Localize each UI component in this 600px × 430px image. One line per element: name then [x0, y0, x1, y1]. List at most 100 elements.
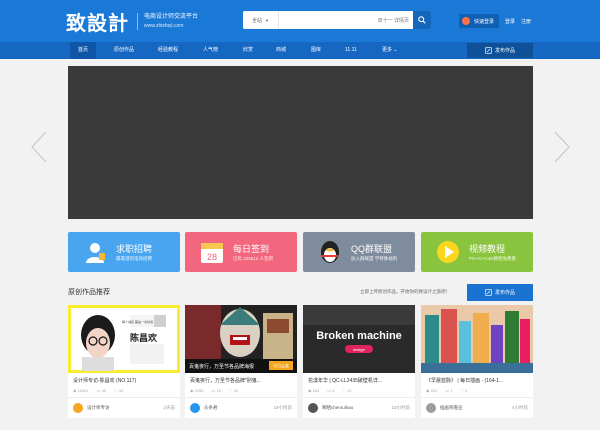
views-count: ◉ 281 [426, 388, 437, 393]
qq-penguin-icon [321, 241, 339, 263]
post-time: 4小时前 [511, 405, 528, 410]
feature-video[interactable]: 视频教程 PS+AI+C4D教程免费看 [421, 232, 533, 272]
post-time: 23小时前 [391, 405, 410, 410]
card-divider [68, 397, 180, 398]
quick-login-button[interactable]: 快速登录 [459, 14, 500, 28]
logo-tagline-text: 电商设计师交流平台 [144, 13, 199, 20]
work-thumbnail[interactable]: 每个诚实 都是一次时间 陈昌欢 [68, 305, 180, 373]
chevron-down-icon: ⌄ [392, 47, 398, 53]
work-author[interactable]: 插画师嘉豆 4小时前 [426, 401, 528, 415]
nav-item-more[interactable]: 更多 ⌄ [382, 42, 398, 59]
feature-checkin-title: 每日签到 [233, 243, 270, 254]
svg-text:28: 28 [207, 252, 217, 262]
nav-more-label: 更多 [382, 47, 393, 53]
nav-item-shop[interactable]: 商城 [276, 42, 286, 59]
publish-work-button[interactable]: 发布作品 [467, 284, 533, 301]
section-tip[interactable]: 立即上传原创作品，开始你的致设计之旅吧！ [360, 289, 450, 295]
views-count: ◉ 2256 [190, 388, 204, 393]
work-stats: ◉ 2256 ▭ 16 ♡ 42 [190, 388, 238, 393]
work-author[interactable]: 设计师专访 2天前 [73, 401, 175, 415]
views-count: ◉ 254 [308, 388, 319, 393]
search-hot-words[interactable]: 双十一 详情页 [378, 11, 409, 29]
author-name[interactable]: 啊晒chenruihao [322, 405, 353, 411]
work-card[interactable]: 百鬼夜行，万圣节各品牌海报 今日头条 百鬼夜行，万圣节各品牌"别鬼... ◉ 2… [185, 305, 297, 418]
edit-icon [485, 289, 492, 296]
card1-overlay-text: 每个诚实 都是一次时间 [122, 319, 153, 324]
views-value: 281 [430, 388, 438, 393]
likes-count: ♡ 12 [342, 388, 351, 393]
feature-jobs[interactable]: 求职招聘 最靠谱的电商招聘 [68, 232, 180, 272]
carousel-prev-arrow-icon[interactable] [30, 130, 48, 164]
register-link[interactable]: 注册 [521, 18, 531, 25]
work-thumbnail-art: Broken machine design [303, 305, 415, 373]
nav-item-tutorial[interactable]: 经验教程 [158, 42, 178, 59]
post-time: 2天前 [163, 405, 175, 410]
top-header: 致設計 电商设计师交流平台 www.zhisheji.com 全站 ▼ 双十一 … [0, 0, 600, 42]
quick-login-label: 快速登录 [474, 18, 495, 25]
work-author[interactable]: 头条君 19小时前 [190, 401, 292, 415]
work-title[interactable]: 百鬼夜行，万圣节各品牌"别鬼... [190, 377, 292, 384]
nav-item-appreciate[interactable]: 欣赏 [243, 42, 253, 59]
views-count: ◉ 10467 [73, 388, 89, 393]
likes-count: ♡ 42 [229, 388, 238, 393]
author-name[interactable]: 头条君 [204, 405, 218, 411]
likes-count: ♡ 44 [114, 388, 123, 393]
nav-item-original[interactable]: 原创作品 [114, 42, 134, 59]
publish-work-button-top[interactable]: 发布作品 [467, 43, 533, 58]
feature-jobs-sub: 最靠谱的电商招聘 [116, 255, 152, 261]
likes-value: 12 [347, 388, 352, 393]
card2-overlay-title: 百鬼夜行，万圣节各品牌海报 [189, 363, 254, 370]
site-logo[interactable]: 致設計 电商设计师交流平台 www.zhisheji.com [66, 6, 198, 36]
work-card[interactable]: Broken machine design 花漾年华 | QC-LL2435破壁… [303, 305, 415, 418]
edit-icon [485, 47, 492, 54]
likes-value: 42 [233, 388, 239, 393]
comments-value: 99 [101, 388, 107, 393]
card1-overlay-name: 陈昌欢 [130, 332, 158, 343]
user-icon [462, 17, 470, 25]
work-title[interactable]: 花漾年华 | QC-LL2435破壁机详... [308, 377, 410, 384]
carousel-next-arrow-icon[interactable] [553, 130, 571, 164]
comments-count: ▭ 1 [445, 388, 452, 393]
card-divider [421, 397, 533, 398]
feature-video-sub: PS+AI+C4D教程免费看 [469, 255, 517, 261]
search-button[interactable] [413, 11, 431, 29]
feature-qq-group[interactable]: QQ群联盟 加入群联盟 学特殊福利 [303, 232, 415, 272]
avatar[interactable] [190, 403, 200, 413]
comments-value: 6 [332, 388, 335, 393]
avatar[interactable] [308, 403, 318, 413]
logo-mark: 致設計 [66, 10, 129, 35]
search-category-select[interactable]: 全站 ▼ [243, 11, 279, 29]
work-thumbnail[interactable]: Broken machine design [303, 305, 415, 373]
feature-jobs-title: 求职招聘 [116, 243, 153, 254]
login-link[interactable]: 登录 [505, 18, 515, 25]
user-area: 快速登录 登录 注册 [459, 14, 531, 28]
nav-item-home[interactable]: 首页 [70, 42, 97, 59]
nav-item-gallery[interactable]: 图库 [311, 42, 321, 59]
work-stats: ◉ 254 ▭ 6 ♡ 12 [308, 388, 352, 393]
avatar[interactable] [426, 403, 436, 413]
feature-checkin[interactable]: 28 每日签到 已有 225512 人签到 [185, 232, 297, 272]
search-icon [418, 16, 426, 24]
comments-count: ▭ 99 [97, 388, 106, 393]
work-thumbnail[interactable] [421, 305, 533, 373]
author-name[interactable]: 插画师嘉豆 [440, 405, 463, 411]
avatar[interactable] [73, 403, 83, 413]
comments-count: ▭ 6 [327, 388, 334, 393]
play-icon [437, 241, 459, 263]
work-title[interactable]: 设计师专访-陈昌欢 (NO.117) [73, 377, 175, 384]
comments-value: 16 [216, 388, 221, 393]
work-thumbnail[interactable]: 百鬼夜行，万圣节各品牌海报 今日头条 [185, 305, 297, 373]
work-title[interactable]: 《早晨蓝脉》 | 每日插画 - (164-1... [426, 377, 528, 384]
logo-url: www.zhisheji.com [144, 22, 184, 29]
banner-carousel[interactable] [68, 66, 533, 219]
work-author[interactable]: 啊晒chenruihao 23小时前 [308, 401, 410, 415]
feature-qq-text: QQ群联盟 加入群联盟 学特殊福利 [351, 243, 397, 262]
calendar-icon: 28 [201, 243, 223, 263]
author-name[interactable]: 设计师专访 [87, 405, 110, 411]
nav-item-popular[interactable]: 人气榜 [203, 42, 218, 59]
work-card[interactable]: 《早晨蓝脉》 | 每日插画 - (164-1... ◉ 281 ▭ 1 ♡ 5 … [421, 305, 533, 418]
nav-item-1111[interactable]: 11.11 [345, 42, 357, 59]
card3-overlay-sub: design [353, 347, 365, 352]
work-card[interactable]: 每个诚实 都是一次时间 陈昌欢 设计师专访-陈昌欢 (NO.117) ◉ 104… [68, 305, 180, 418]
search-bar: 全站 ▼ 双十一 详情页 [243, 11, 431, 29]
